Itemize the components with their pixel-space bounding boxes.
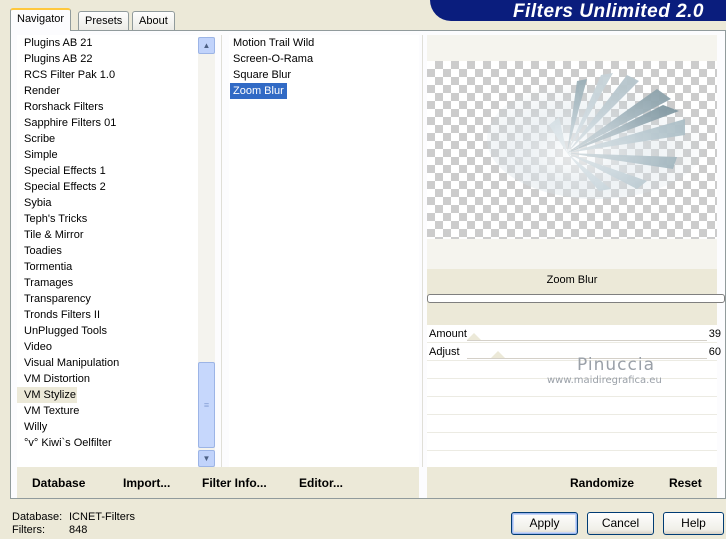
status-filters-label: Filters: bbox=[12, 524, 45, 536]
param-label: Amount bbox=[429, 328, 467, 340]
param-label: Adjust bbox=[429, 346, 460, 358]
category-scrollbar[interactable]: ▲ ≡ ▼ bbox=[198, 37, 215, 467]
param-value: 39 bbox=[708, 328, 721, 340]
slider-track[interactable] bbox=[467, 340, 707, 341]
filter-item[interactable]: Square Blur bbox=[229, 67, 419, 83]
status-database-label: Database: bbox=[12, 511, 63, 523]
scrollbar-thumb[interactable]: ≡ bbox=[198, 362, 215, 448]
watermark-name: Pinuccia bbox=[577, 355, 655, 375]
status-database-value: ICNET-Filters bbox=[69, 511, 135, 523]
slider-thumb[interactable] bbox=[467, 333, 481, 340]
category-item[interactable]: Visual Manipulation bbox=[17, 355, 207, 371]
category-item[interactable]: Video bbox=[17, 339, 207, 355]
category-item[interactable]: Special Effects 2 bbox=[17, 179, 207, 195]
parameter-list: Amount 39 Adjust 60 Pinuccia www.maidire… bbox=[427, 325, 721, 469]
category-item[interactable]: Plugins AB 21 bbox=[17, 35, 207, 51]
progress-bar bbox=[427, 294, 725, 303]
preview-filter-name: Zoom Blur bbox=[546, 274, 598, 286]
help-button[interactable]: Help bbox=[663, 512, 724, 535]
param-empty bbox=[427, 433, 717, 451]
app-title: Filters Unlimited 2.0 bbox=[512, 1, 704, 22]
param-empty bbox=[427, 397, 717, 415]
category-item[interactable]: Transparency bbox=[17, 291, 207, 307]
watermark-url: www.maidiregrafica.eu bbox=[547, 375, 662, 386]
category-item[interactable]: RCS Filter Pak 1.0 bbox=[17, 67, 207, 83]
slider-thumb[interactable] bbox=[491, 351, 505, 358]
category-item[interactable]: Rorshack Filters bbox=[17, 99, 207, 115]
category-item[interactable]: Special Effects 1 bbox=[17, 163, 207, 179]
title-banner: Filters Unlimited 2.0 bbox=[430, 0, 726, 22]
filter-info-button[interactable]: Filter Info... bbox=[202, 476, 267, 490]
param-value: 60 bbox=[708, 346, 721, 358]
category-item[interactable]: Willy bbox=[17, 419, 207, 435]
category-item[interactable]: Plugins AB 22 bbox=[17, 51, 207, 67]
randomize-button[interactable]: Randomize bbox=[570, 476, 634, 490]
apply-button[interactable]: Apply bbox=[511, 512, 578, 535]
category-item[interactable]: VM Distortion bbox=[17, 371, 207, 387]
category-item[interactable]: Scribe bbox=[17, 131, 207, 147]
category-item[interactable]: Sapphire Filters 01 bbox=[17, 115, 207, 131]
tab-presets[interactable]: Presets bbox=[78, 11, 130, 30]
editor-button[interactable]: Editor... bbox=[299, 476, 343, 490]
tab-navigator[interactable]: Navigator bbox=[10, 8, 72, 31]
database-button[interactable]: Database bbox=[32, 476, 85, 490]
category-list[interactable]: Plugins AB 21 Plugins AB 22 RCS Filter Pak… bbox=[17, 35, 207, 467]
reset-button[interactable]: Reset bbox=[669, 476, 702, 490]
filter-item[interactable]: Screen-O-Rama bbox=[229, 51, 419, 67]
status-filters-value: 848 bbox=[69, 524, 88, 536]
column-divider bbox=[422, 35, 423, 467]
scroll-up-icon[interactable]: ▲ bbox=[198, 37, 215, 54]
category-item[interactable]: °v° Kiwi`s Oelfilter bbox=[17, 435, 207, 451]
column-divider bbox=[221, 35, 222, 467]
category-item[interactable]: Tramages bbox=[17, 275, 207, 291]
cancel-button[interactable]: Cancel bbox=[587, 512, 654, 535]
category-item[interactable]: Tronds Filters II bbox=[17, 307, 207, 323]
category-item[interactable]: VM Stylize bbox=[17, 387, 77, 403]
param-amount[interactable]: Amount 39 bbox=[427, 325, 721, 343]
category-item[interactable]: Teph's Tricks bbox=[17, 211, 207, 227]
category-item[interactable]: Render bbox=[17, 83, 207, 99]
category-item[interactable]: Toadies bbox=[17, 243, 207, 259]
scroll-down-icon[interactable]: ▼ bbox=[198, 450, 215, 467]
category-item[interactable]: Tile & Mirror bbox=[17, 227, 207, 243]
category-item[interactable]: VM Texture bbox=[17, 403, 207, 419]
zoom-blur-preview-icon bbox=[487, 73, 707, 199]
param-empty bbox=[427, 415, 717, 433]
preview-image bbox=[427, 61, 717, 239]
filter-item[interactable]: Motion Trail Wild bbox=[229, 35, 419, 51]
filter-name-box: Zoom Blur bbox=[427, 269, 725, 325]
category-item[interactable]: Tormentia bbox=[17, 259, 207, 275]
status-info: Database: ICNET-Filters Filters: 848 bbox=[12, 511, 135, 537]
left-button-strip: Database Import... Filter Info... Editor… bbox=[17, 467, 419, 498]
import-button[interactable]: Import... bbox=[123, 476, 170, 490]
category-item[interactable]: Simple bbox=[17, 147, 207, 163]
category-item[interactable]: Sybia bbox=[17, 195, 207, 211]
category-item[interactable]: UnPlugged Tools bbox=[17, 323, 207, 339]
filter-list[interactable]: Motion Trail Wild Screen-O-Rama Square Blu… bbox=[229, 35, 419, 467]
tab-about[interactable]: About bbox=[132, 11, 175, 30]
right-button-strip: Randomize Reset bbox=[427, 467, 717, 498]
filter-item[interactable]: Zoom Blur bbox=[230, 83, 287, 99]
param-adjust[interactable]: Adjust 60 bbox=[427, 343, 721, 361]
navigator-panel: Plugins AB 21 Plugins AB 22 RCS Filter Pak… bbox=[10, 30, 726, 499]
